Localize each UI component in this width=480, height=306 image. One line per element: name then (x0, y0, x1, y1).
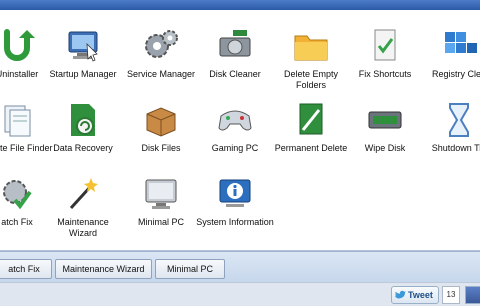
disk-files-icon (146, 107, 176, 137)
tools-panel: Uninstaller Startup Manager Service Mana… (0, 10, 480, 251)
tool-gaming-pc[interactable]: Gaming PC (194, 100, 276, 154)
tweet-button[interactable]: Tweet (391, 286, 439, 304)
tool-label: Minimal PC (137, 217, 184, 227)
tweet-label: Tweet (408, 290, 433, 300)
facebook-button[interactable] (465, 286, 480, 304)
batch-fix-icon (3, 180, 32, 210)
tool-delete-empty-folders[interactable]: Delete Empty Folders (270, 26, 352, 91)
tool-fix-shortcuts[interactable]: Fix Shortcuts (344, 26, 426, 80)
tool-label: Delete Empty Folders (283, 69, 339, 90)
tool-label: Service Manager (126, 69, 196, 79)
minimal-pc-icon (145, 179, 177, 209)
registry-cleaner-icon (445, 32, 477, 53)
tool-service-manager[interactable]: Service Manager (120, 26, 202, 80)
tool-permanent-delete[interactable]: Permanent Delete (270, 100, 352, 154)
tool-label: Shutdown Tin (431, 143, 480, 153)
tool-label: Wipe Disk (364, 143, 406, 153)
uninstaller-icon (4, 29, 35, 61)
quick-button-maintenance-wizard[interactable]: Maintenance Wizard (55, 259, 152, 279)
folder-icon (294, 35, 328, 61)
quick-button-minimal-pc[interactable]: Minimal PC (155, 259, 225, 279)
tool-disk-files[interactable]: Disk Files (120, 100, 202, 154)
tool-data-recovery[interactable]: Data Recovery (42, 100, 124, 154)
tool-registry-cleaner[interactable]: Registry Clea (418, 26, 480, 80)
tweet-count: 13 (442, 286, 460, 304)
tool-label: Gaming PC (211, 143, 259, 153)
wipe-disk-icon (368, 111, 402, 129)
service-manager-icon (145, 30, 178, 58)
tool-system-information[interactable]: System Information (194, 174, 276, 228)
tool-label: Permanent Delete (274, 143, 348, 153)
system-information-icon (219, 179, 251, 207)
tool-label: Registry Clea (431, 69, 480, 79)
tool-maintenance-wizard[interactable]: Maintenance Wizard (42, 174, 124, 239)
permanent-delete-icon (299, 103, 323, 135)
tool-label: Data Recovery (53, 143, 113, 153)
data-recovery-icon (71, 104, 95, 136)
fix-shortcuts-icon (374, 29, 396, 61)
shutdown-timer-icon (449, 103, 469, 137)
twitter-bird-icon (395, 290, 406, 299)
quick-launch-bar: atch Fix Maintenance Wizard Minimal PC (0, 251, 480, 282)
tool-minimal-pc[interactable]: Minimal PC (120, 174, 202, 228)
duplicate-file-finder-icon (4, 105, 31, 137)
tool-label: System Information (196, 217, 274, 227)
tool-shutdown-timer[interactable]: Shutdown Tin (418, 100, 480, 154)
tool-label: Startup Manager (49, 69, 117, 79)
tool-label: Fix Shortcuts (358, 69, 412, 79)
quick-button-batch-fix[interactable]: atch Fix (0, 259, 52, 279)
tool-label: Disk Cleaner (209, 69, 261, 79)
tool-wipe-disk[interactable]: Wipe Disk (344, 100, 426, 154)
gaming-pc-icon (218, 110, 252, 131)
tool-startup-manager[interactable]: Startup Manager (42, 26, 124, 80)
tool-disk-cleaner[interactable]: Disk Cleaner (194, 26, 276, 80)
maintenance-wizard-icon (69, 178, 98, 210)
startup-manager-icon (68, 31, 98, 62)
footer-bar: Tweet 13 (0, 282, 480, 306)
disk-cleaner-icon (219, 30, 251, 57)
tool-label: Maintenance Wizard (57, 217, 109, 238)
tool-label: Disk Files (141, 143, 181, 153)
